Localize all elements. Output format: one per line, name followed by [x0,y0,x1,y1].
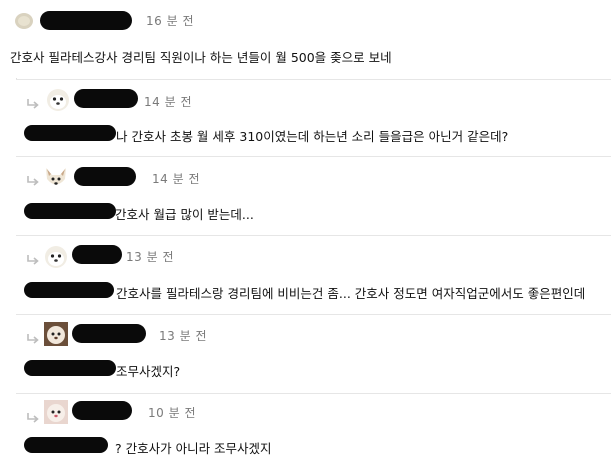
user-avatar-icon [44,400,68,424]
redacted-mention [24,203,116,219]
comment-text: ? 간호사가 아니라 조무사겠지 [115,441,272,456]
comment-text: 간호사 월급 많이 받는데... [115,207,254,222]
redacted-mention [24,437,108,453]
reply-item: 10 분 전 ? 간호사가 아니라 조무사겠지 [16,393,611,470]
reply-item: 14 분 전 나 간호사 초봉 월 세후 310이였는데 하는년 소리 들을급은… [16,79,611,156]
redacted-username[interactable] [72,401,132,420]
commenter-avatar[interactable] [46,88,70,112]
reply-item: 13 분 전 조무사겠지? [16,314,611,393]
user-avatar-icon [44,322,68,346]
user-avatar-icon [15,13,33,29]
redacted-username[interactable] [40,11,132,30]
reply-arrow-icon [27,413,39,423]
comment-timestamp: 16 분 전 [146,14,194,28]
comment-text: 간호사 필라테스강사 경리팀 직원이나 하는 년들이 월 500을 좆으로 보네 [10,50,392,65]
redacted-mention [24,282,114,298]
comment-text: 조무사겠지? [116,364,181,379]
comment-timestamp: 10 분 전 [148,406,196,420]
commenter-avatar[interactable] [43,165,69,191]
comment-text: 간호사를 필라테스랑 경리팀에 비비는건 좀... 간호사 정도면 여자직업군에… [116,286,586,301]
redacted-username[interactable] [74,167,136,186]
reply-arrow-icon [27,99,39,109]
comment-timestamp: 13 분 전 [159,329,207,343]
user-avatar-icon [45,246,67,268]
reply-arrow-icon [27,334,39,344]
redacted-mention [24,360,116,376]
redacted-username[interactable] [72,245,122,264]
reply-arrow-icon [27,255,39,265]
user-avatar-icon [47,89,69,111]
comment-timestamp: 13 분 전 [126,250,174,264]
commenter-avatar[interactable] [44,400,68,424]
comment-text: 나 간호사 초봉 월 세후 310이였는데 하는년 소리 들을급은 아닌거 같은… [116,129,509,144]
comment-timestamp: 14 분 전 [144,95,192,109]
commenter-avatar[interactable] [14,12,34,30]
reply-item: 14 분 전 간호사 월급 많이 받는데... [16,156,611,235]
commenter-avatar[interactable] [44,245,68,269]
comment-item: 16 분 전 간호사 필라테스강사 경리팀 직원이나 하는 년들이 월 500을… [0,0,611,78]
reply-item: 13 분 전 간호사를 필라테스랑 경리팀에 비비는건 좀... 간호사 정도면… [16,235,611,314]
redacted-username[interactable] [72,324,146,343]
redacted-username[interactable] [74,89,138,108]
comment-timestamp: 14 분 전 [152,172,200,186]
reply-arrow-icon [27,176,39,186]
redacted-mention [24,125,116,141]
commenter-avatar[interactable] [44,322,68,346]
user-avatar-icon [46,168,66,185]
